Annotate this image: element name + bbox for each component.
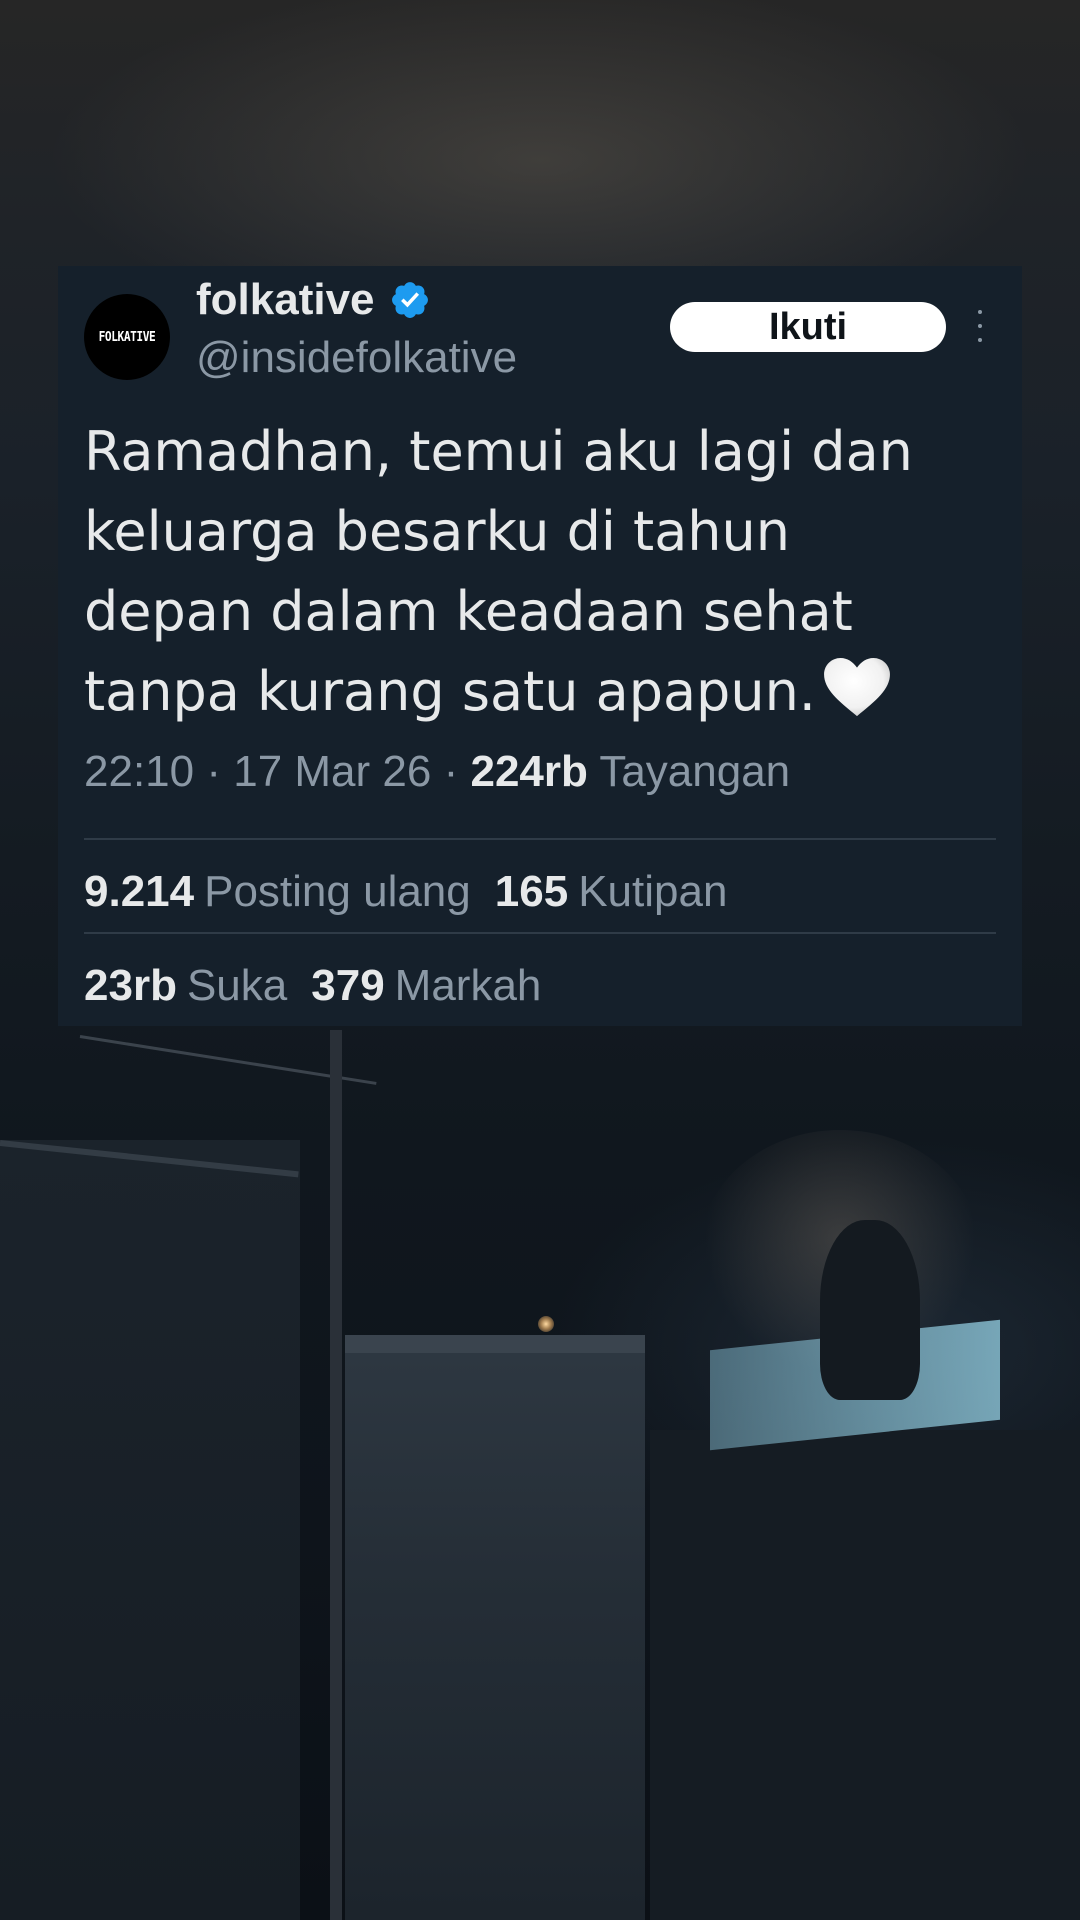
author-name-row: folkative <box>196 272 431 328</box>
follow-button[interactable]: Ikuti <box>670 302 946 352</box>
avatar[interactable]: FOLKATIVE <box>84 294 170 380</box>
bookmarks-count: 379 <box>311 961 385 1010</box>
background-figure <box>820 1220 920 1400</box>
quotes-count: 165 <box>494 867 569 916</box>
background-street-light <box>538 1316 554 1332</box>
engagement-row-2: 23rb Suka 379 Markah <box>84 964 565 1008</box>
views-label: Tayangan <box>599 747 791 796</box>
verified-badge-icon <box>391 282 428 318</box>
bookmarks-stat[interactable]: 379 Markah <box>311 964 541 1008</box>
screen: FOLKATIVE folkative @insidefolkative Iku… <box>0 0 1080 1920</box>
quotes-label: Kutipan <box>578 867 728 916</box>
tweet-text: Ramadhan, temui aku lagi dan keluarga be… <box>84 420 913 723</box>
likes-stat[interactable]: 23rb Suka <box>84 964 287 1008</box>
likes-count: 23rb <box>84 961 177 1010</box>
views-count: 224rb <box>470 747 588 796</box>
tweet-date[interactable]: 17 Mar 26 <box>233 747 431 796</box>
likes-label: Suka <box>186 961 288 1010</box>
meta-separator: · <box>443 747 459 796</box>
tweet-time[interactable]: 22:10 <box>84 747 194 796</box>
more-vertical-icon[interactable] <box>974 310 986 342</box>
background-wall <box>345 1335 645 1920</box>
avatar-logo-text: FOLKATIVE <box>98 329 156 345</box>
background-wall-top <box>345 1335 645 1353</box>
tweet-card: FOLKATIVE folkative @insidefolkative Iku… <box>58 266 1022 1026</box>
quotes-stat[interactable]: 165 Kutipan <box>495 870 728 914</box>
tweet-text-container: Ramadhan, temui aku lagi dan keluarga be… <box>84 412 1004 732</box>
background-building <box>650 1430 1080 1920</box>
reposts-label: Posting ulang <box>204 867 471 916</box>
bookmarks-label: Markah <box>394 961 542 1010</box>
author-handle[interactable]: @insidefolkative <box>196 336 517 380</box>
divider <box>84 932 996 934</box>
meta-separator: · <box>206 747 221 796</box>
background-fence <box>0 1140 300 1920</box>
engagement-row-1: 9.214 Posting ulang 165 Kutipan <box>84 870 751 914</box>
reposts-stat[interactable]: 9.214 Posting ulang <box>84 870 471 914</box>
divider <box>84 838 996 840</box>
background-pole <box>330 1030 342 1920</box>
tweet-meta: 22:10 · 17 Mar 26 · 224rb Tayangan <box>84 750 790 794</box>
reposts-count: 9.214 <box>84 867 195 916</box>
white-heart-emoji <box>824 657 890 717</box>
author-display-name[interactable]: folkative <box>196 278 375 322</box>
